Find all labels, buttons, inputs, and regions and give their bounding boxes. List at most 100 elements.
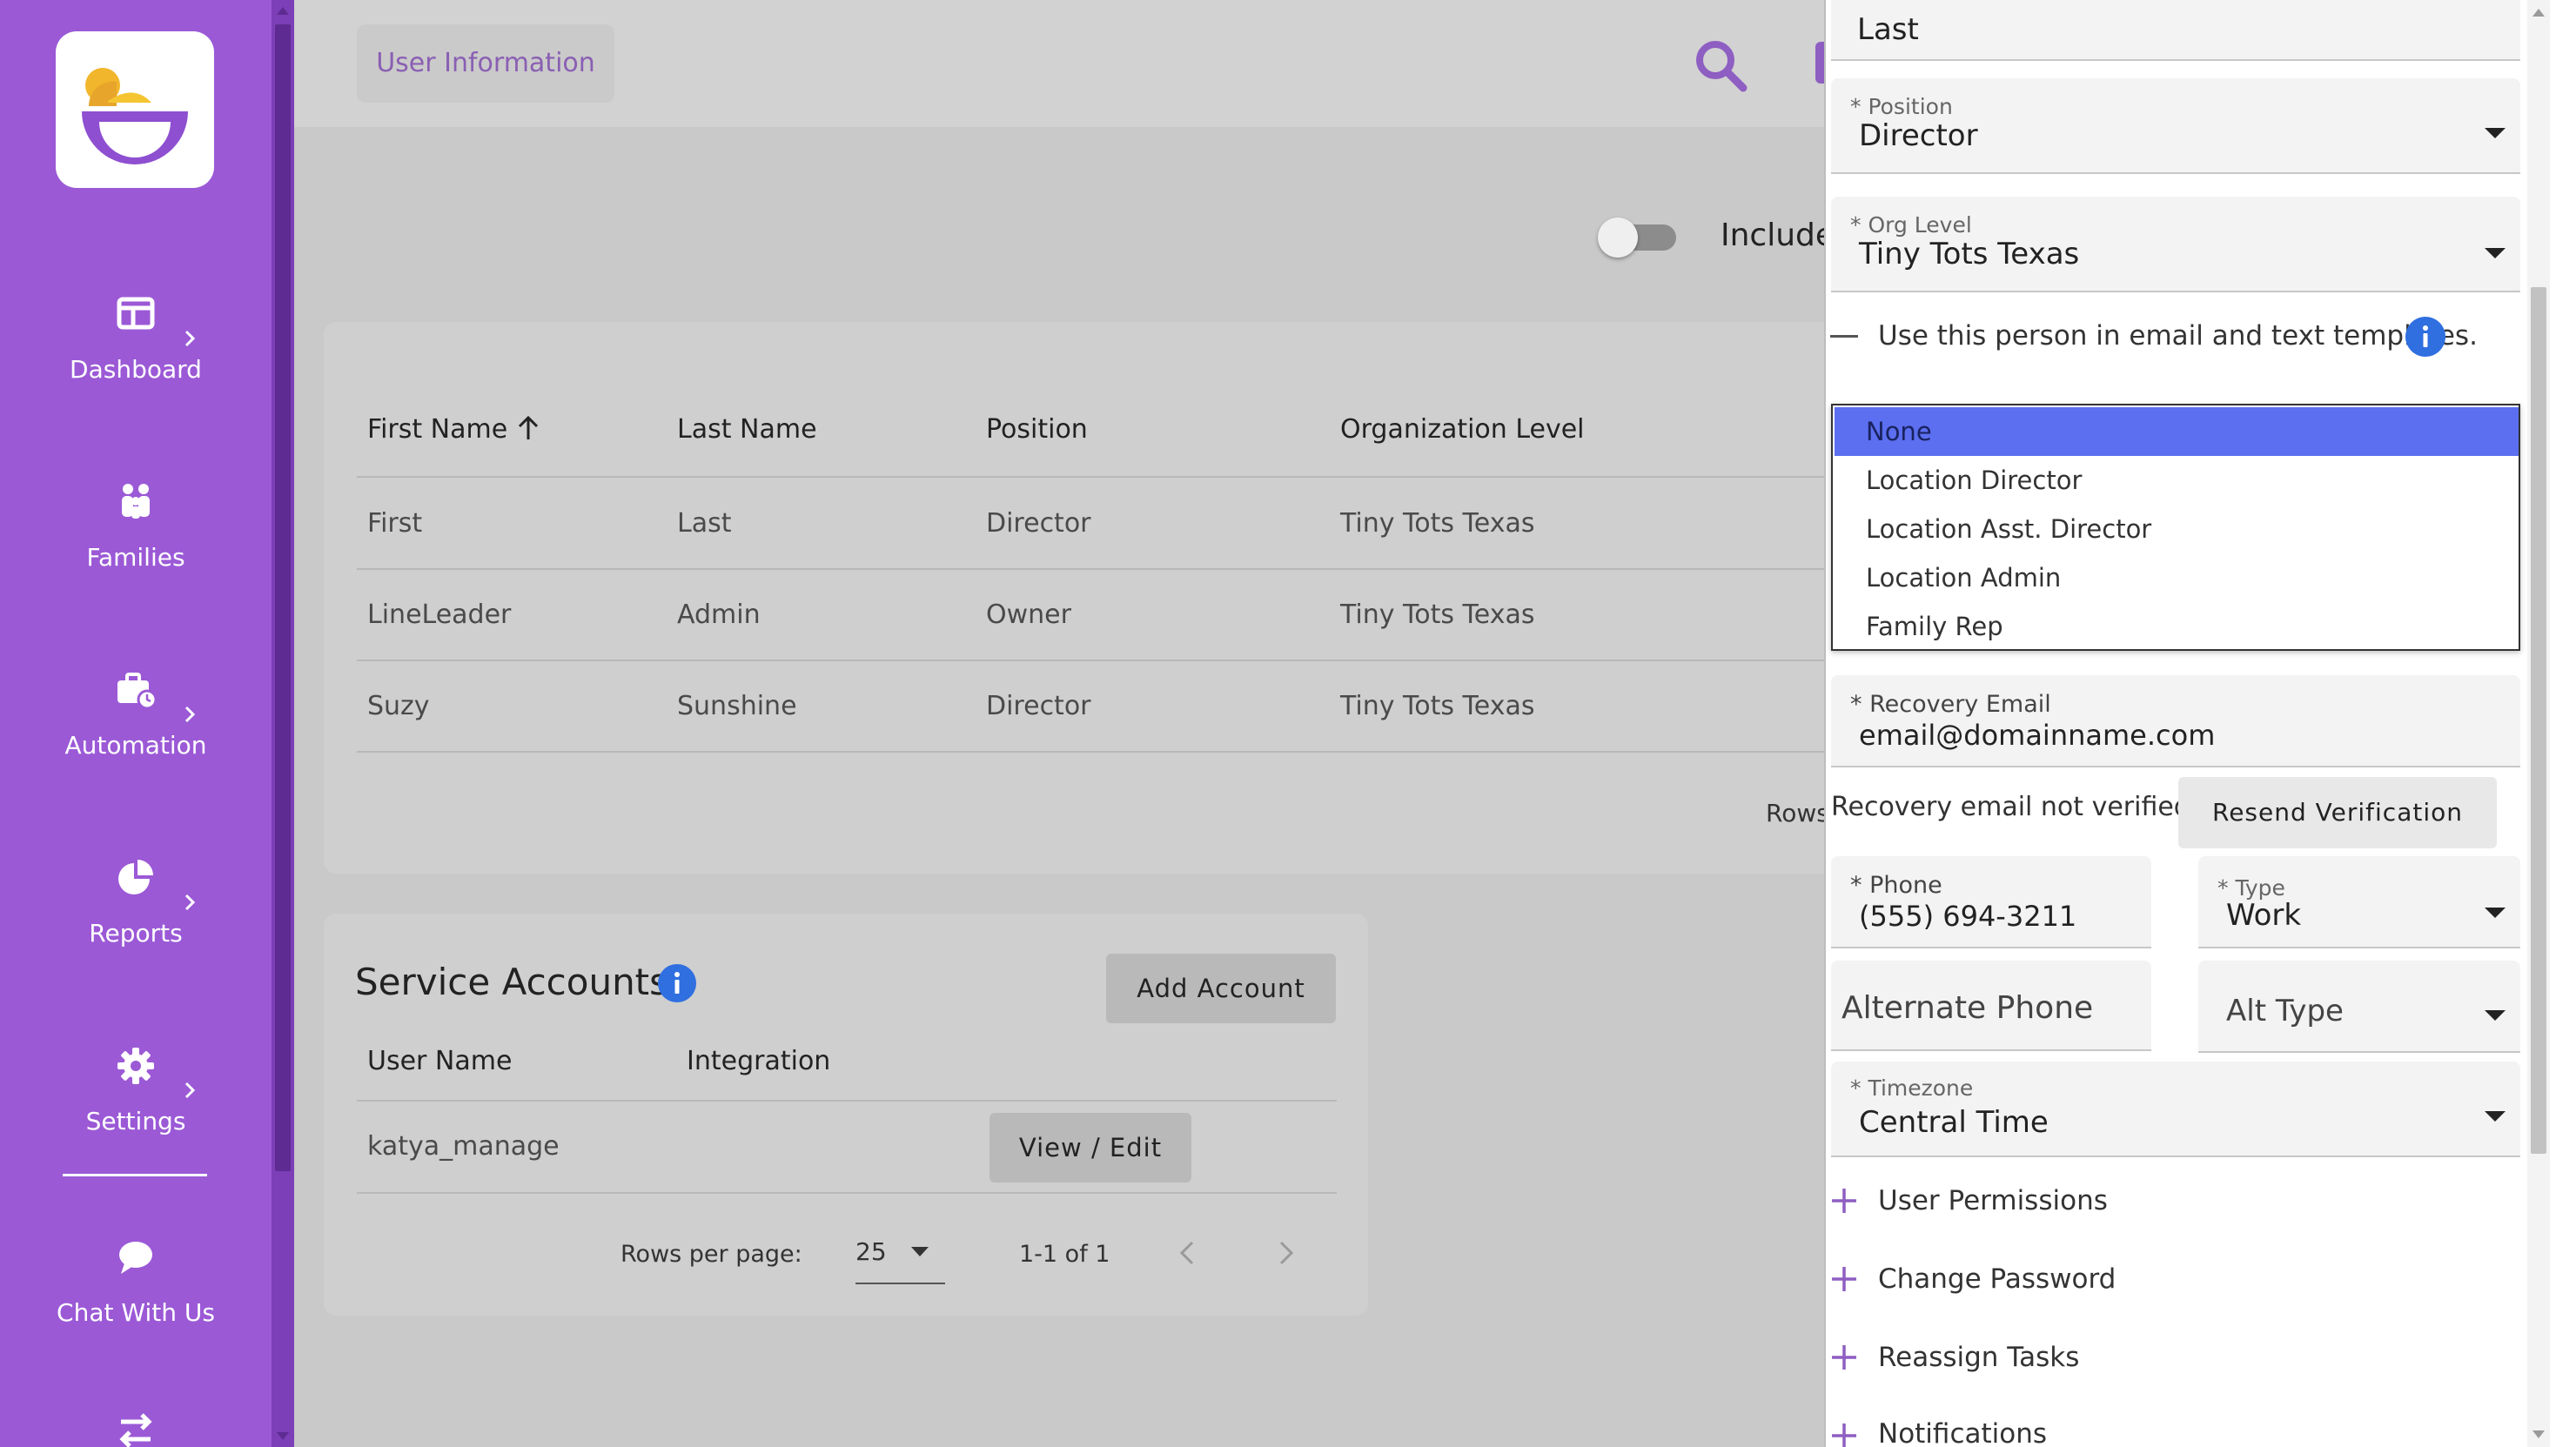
scroll-up-arrow-icon[interactable]: [2532, 9, 2545, 17]
column-header-last-name[interactable]: Last Name: [677, 414, 817, 445]
caret-down-icon: [2485, 128, 2506, 138]
recovery-status-text: Recovery email not verified.: [1831, 792, 2199, 822]
timezone-select[interactable]: * Timezone Central Time: [1831, 1062, 2520, 1157]
sidebar-item-label: Chat With Us: [57, 1298, 215, 1327]
rows-per-page-label: Rows: [1766, 799, 1829, 827]
table-divider: [357, 476, 1836, 478]
sidebar-item-automation[interactable]: Automation: [0, 668, 272, 799]
chevron-left-icon[interactable]: [1177, 1239, 1197, 1267]
cell-position: Owner: [986, 600, 1071, 630]
chevron-right-icon: [184, 894, 196, 911]
sidebar-item-label: Dashboard: [70, 355, 202, 384]
dropdown-option-location-director[interactable]: Location Director: [1835, 456, 2519, 505]
caret-down-icon: [911, 1247, 929, 1256]
sidebar-divider: [63, 1174, 207, 1176]
org-level-label: * Org Level: [1850, 212, 1972, 238]
chevron-right-icon: [184, 330, 196, 347]
cell-first-name: First: [367, 508, 423, 539]
caret-down-icon: [2485, 248, 2506, 258]
table-divider: [357, 1192, 1337, 1194]
select-underline: [855, 1283, 945, 1284]
alt-type-placeholder: Alt Type: [2226, 994, 2344, 1028]
search-icon[interactable]: [1693, 37, 1748, 93]
view-edit-button[interactable]: View / Edit: [989, 1113, 1191, 1182]
table-divider: [357, 1100, 1337, 1102]
alternate-phone-field[interactable]: Alternate Phone: [1831, 961, 2151, 1051]
include-toggle-thumb[interactable]: [1598, 218, 1638, 258]
column-header-user-name[interactable]: User Name: [367, 1046, 512, 1076]
dropdown-option-location-asst-director[interactable]: Location Asst. Director: [1835, 505, 2519, 553]
panel-scrollbar[interactable]: [2527, 0, 2550, 1447]
org-level-value: Tiny Tots Texas: [1859, 237, 2080, 271]
logo-icon: [82, 68, 188, 164]
automation-icon: [117, 673, 158, 710]
dropdown-option-none[interactable]: None: [1835, 407, 2519, 456]
chevron-right-icon: [184, 1082, 196, 1099]
scroll-up-arrow-icon[interactable]: [277, 7, 289, 15]
sidebar: Dashboard Families Automation Reports Se…: [0, 0, 294, 1447]
cell-last-name: Last: [677, 508, 732, 539]
sidebar-item-families[interactable]: Families: [0, 480, 272, 611]
app-logo[interactable]: [56, 31, 214, 188]
alt-type-select[interactable]: Alt Type: [2198, 961, 2520, 1053]
dropdown-option-location-admin[interactable]: Location Admin: [1835, 553, 2519, 602]
include-toggle-label: Include: [1721, 218, 1835, 253]
cell-org-level: Tiny Tots Texas: [1340, 508, 1535, 539]
cell-position: Director: [986, 691, 1091, 721]
info-icon[interactable]: [2405, 317, 2445, 357]
last-name-field[interactable]: Last: [1831, 0, 2520, 61]
dashboard-icon: [117, 297, 155, 330]
scroll-down-arrow-icon[interactable]: [2532, 1430, 2545, 1438]
accordion-label: Change Password: [1878, 1263, 2116, 1295]
sidebar-item-chat[interactable]: Chat With Us: [0, 1236, 272, 1366]
table-divider: [357, 568, 1836, 570]
chevron-right-icon[interactable]: [1276, 1239, 1297, 1267]
reports-icon: [118, 860, 153, 894]
column-header-position[interactable]: Position: [986, 414, 1088, 445]
timezone-value: Central Time: [1859, 1105, 2049, 1140]
sidebar-item-settings[interactable]: Settings: [0, 1044, 272, 1175]
sort-ascending-icon: [518, 415, 538, 439]
scrollbar-thumb[interactable]: [2531, 287, 2546, 1154]
dropdown-option-family-rep[interactable]: Family Rep: [1835, 602, 2519, 651]
phone-field[interactable]: * Phone (555) 694-3211: [1831, 856, 2151, 948]
scrollbar-thumb[interactable]: [275, 24, 291, 1171]
cell-first-name: LineLeader: [367, 600, 512, 630]
sidebar-item-label: Automation: [64, 731, 207, 760]
rows-per-page-value: 25: [855, 1237, 887, 1266]
sidebar-item-dashboard[interactable]: Dashboard: [0, 292, 272, 423]
pagination-range: 1-1 of 1: [1019, 1241, 1110, 1268]
position-select[interactable]: * Position Director: [1831, 78, 2520, 174]
sidebar-item-label: Settings: [85, 1107, 186, 1135]
tab-user-information[interactable]: User Information: [357, 24, 614, 103]
cell-user-name: katya_manage: [367, 1131, 560, 1162]
column-header-first-name[interactable]: First Name: [367, 414, 540, 445]
families-icon: [122, 484, 150, 519]
cell-position: Director: [986, 508, 1091, 539]
info-icon[interactable]: [658, 964, 696, 1002]
accordion-label: Reassign Tasks: [1878, 1342, 2080, 1373]
collapse-icon[interactable]: [1830, 335, 1858, 338]
recovery-email-label: * Recovery Email: [1850, 691, 2051, 718]
template-role-dropdown[interactable]: None Location Director Location Asst. Di…: [1831, 404, 2520, 651]
users-table-card: [324, 322, 1838, 874]
templates-toggle-label: Use this person in email and text templa…: [1878, 320, 2478, 352]
sidebar-item-reports[interactable]: Reports: [0, 856, 272, 987]
resend-verification-button[interactable]: Resend Verification: [2178, 777, 2497, 848]
column-header-organization-level[interactable]: Organization Level: [1340, 414, 1585, 445]
settings-icon: [117, 1048, 154, 1084]
plus-icon: [1832, 1267, 1856, 1291]
swap-icon[interactable]: [114, 1411, 158, 1447]
org-level-select[interactable]: * Org Level Tiny Tots Texas: [1831, 197, 2520, 292]
scroll-down-arrow-icon[interactable]: [277, 1432, 289, 1440]
plus-icon: [1832, 1424, 1856, 1447]
add-account-button[interactable]: Add Account: [1106, 954, 1336, 1023]
phone-type-select[interactable]: * Type Work: [2198, 856, 2520, 948]
recovery-email-field[interactable]: * Recovery Email email@domainname.com: [1831, 675, 2520, 767]
column-header-integration[interactable]: Integration: [687, 1046, 830, 1076]
position-value: Director: [1859, 118, 1978, 153]
plus-icon: [1832, 1189, 1856, 1213]
cell-org-level: Tiny Tots Texas: [1340, 600, 1535, 630]
cell-first-name: Suzy: [367, 691, 430, 721]
sidebar-scrollbar[interactable]: [272, 0, 294, 1447]
